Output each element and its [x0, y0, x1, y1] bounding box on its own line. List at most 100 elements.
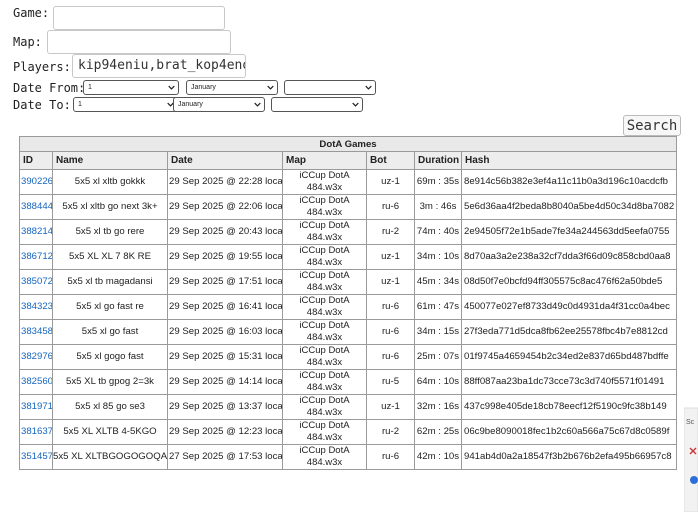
game-map: iCCup DotA 484.w3x: [282, 294, 367, 320]
to-year-select[interactable]: [271, 97, 363, 112]
map-label: Map:: [13, 35, 42, 49]
game-hash: 08d50f7e0bcfd94ff305575c8ac476f62a50bde5: [460, 269, 678, 295]
game-map: iCCup DotA 484.w3x: [282, 319, 367, 345]
game-hash: 06c9be8090018fec1b2c60a566a75c67d8c0589f: [460, 419, 678, 445]
game-date: 29 Sep 2025 @ 20:43 local: [167, 219, 283, 245]
table-row: 386712 5x5 XL XL 7 8K RE 29 Sep 2025 @ 19:…: [19, 244, 678, 270]
app-badge-icon: [690, 476, 698, 484]
game-bot: ru-6: [366, 344, 415, 370]
game-id-link[interactable]: 351457: [19, 444, 53, 470]
table-row: 382976 5x5 xl gogo fast 29 Sep 2025 @ 15:3…: [19, 344, 678, 370]
game-duration: 61m : 47s: [414, 294, 462, 320]
game-duration: 32m : 16s: [414, 394, 462, 420]
game-date: 29 Sep 2025 @ 16:41 local: [167, 294, 283, 320]
table-row: 383458 5x5 xl go fast 29 Sep 2025 @ 16:03 …: [19, 319, 678, 345]
chevron-down-icon: [352, 102, 359, 107]
game-bot: uz-1: [366, 244, 415, 270]
column-header-bot[interactable]: Bot: [366, 151, 415, 170]
game-map: iCCup DotA 484.w3x: [282, 444, 367, 470]
game-hash: 941ab4d0a2a18547f3b2b676b2efa495b66957c8: [460, 444, 678, 470]
game-id-link[interactable]: 382560: [19, 369, 53, 395]
from-day-select[interactable]: 1: [83, 80, 179, 95]
to-month-select[interactable]: January: [173, 97, 265, 112]
table-caption: DotA Games: [18, 136, 678, 152]
players-row: Players: kip94eniu,brat_kop4enogo: [13, 54, 246, 78]
game-hash: 88ff087aa23ba1dc73cce73c3d740f5571f01491: [460, 369, 678, 395]
game-hash: 8d70aa3a2e238a32cf7dda3f66d09c858cbd0aa8: [460, 244, 678, 270]
game-duration: 74m : 40s: [414, 219, 462, 245]
game-date: 29 Sep 2025 @ 12:23 local: [167, 419, 283, 445]
game-id-link[interactable]: 382976: [19, 344, 53, 370]
game-hash: 01f9745a4659454b2c34ed2e837d65bd487bdffe: [460, 344, 678, 370]
chevron-down-icon: [254, 102, 261, 107]
game-duration: 3m : 46s: [414, 194, 462, 220]
column-header-id[interactable]: ID: [19, 151, 53, 170]
game-name: 5x5 XL tb gpog 2=3k: [52, 369, 168, 395]
game-name: 5x5 xl tb magadansi: [52, 269, 168, 295]
game-bot: ru-6: [366, 319, 415, 345]
game-name: 5x5 XL XL 7 8K RE: [52, 244, 168, 270]
game-duration: 64m : 10s: [414, 369, 462, 395]
map-input[interactable]: [47, 30, 231, 54]
game-id-link[interactable]: 386712: [19, 244, 53, 270]
game-hash: 5e6d36aa4f2beda8b8040a5be4d50c34d8ba7082: [460, 194, 678, 220]
game-id-link[interactable]: 381637: [19, 419, 53, 445]
chevron-down-icon: [168, 85, 175, 90]
game-hash: 2e94505f72e1b5ade7fe34a244563dd5eefa0755: [460, 219, 678, 245]
game-map: iCCup DotA 484.w3x: [282, 269, 367, 295]
game-duration: 45m : 34s: [414, 269, 462, 295]
table-row: 385072 5x5 xl tb magadansi 29 Sep 2025 @ 1…: [19, 269, 678, 295]
game-duration: 69m : 35s: [414, 169, 462, 195]
game-label: Game:: [13, 6, 50, 20]
date-to-label: Date To:: [13, 98, 71, 112]
game-input[interactable]: [53, 6, 225, 30]
side-widget-panel: Sc: [684, 407, 698, 512]
game-bot: ru-6: [366, 294, 415, 320]
game-name: 5x5 xl 85 go se3: [52, 394, 168, 420]
from-year-select[interactable]: [284, 80, 376, 95]
game-map: iCCup DotA 484.w3x: [282, 344, 367, 370]
search-button[interactable]: Search: [623, 115, 681, 136]
svg-text:Sc: Sc: [686, 419, 695, 426]
column-header-map[interactable]: Map: [282, 151, 367, 170]
to-month-value: January: [178, 101, 203, 108]
game-name: 5x5 xl go fast re: [52, 294, 168, 320]
from-month-select[interactable]: January: [186, 80, 278, 95]
game-id-link[interactable]: 383458: [19, 319, 53, 345]
game-hash: 437c998e405de18cb78eecf12f5190c9fc38b149: [460, 394, 678, 420]
game-bot: uz-1: [366, 169, 415, 195]
game-id-link[interactable]: 390226: [19, 169, 53, 195]
game-id-link[interactable]: 388214: [19, 219, 53, 245]
to-day-value: 1: [78, 101, 82, 108]
game-name: 5x5 xl tb go rere: [52, 219, 168, 245]
game-duration: 42m : 10s: [414, 444, 462, 470]
game-name: 5x5 xl xltb gokkk: [52, 169, 168, 195]
table-row: 351457 5x5 XL XLTBGOGOGOQA 27 Sep 2025 @ 1…: [19, 444, 678, 470]
game-map: iCCup DotA 484.w3x: [282, 244, 367, 270]
map-row: Map:: [13, 30, 231, 54]
column-header-duration[interactable]: Duration: [414, 151, 462, 170]
game-id-link[interactable]: 385072: [19, 269, 53, 295]
game-bot: ru-6: [366, 194, 415, 220]
game-bot: ru-2: [366, 419, 415, 445]
column-header-date[interactable]: Date: [167, 151, 283, 170]
table-row: 381971 5x5 xl 85 go se3 29 Sep 2025 @ 13:3…: [19, 394, 678, 420]
game-map: iCCup DotA 484.w3x: [282, 169, 367, 195]
column-header-hash[interactable]: Hash: [460, 151, 678, 170]
game-name: 5x5 xl go fast: [52, 319, 168, 345]
chevron-down-icon: [365, 85, 372, 90]
game-date: 29 Sep 2025 @ 15:31 local: [167, 344, 283, 370]
game-id-link[interactable]: 384323: [19, 294, 53, 320]
game-duration: 25m : 07s: [414, 344, 462, 370]
game-date: 29 Sep 2025 @ 16:03 local: [167, 319, 283, 345]
game-row: Game:: [13, 6, 225, 30]
game-bot: uz-1: [366, 269, 415, 295]
game-map: iCCup DotA 484.w3x: [282, 419, 367, 445]
game-bot: ru-2: [366, 219, 415, 245]
column-header-name[interactable]: Name: [52, 151, 168, 170]
game-id-link[interactable]: 381971: [19, 394, 53, 420]
players-label: Players:: [13, 60, 71, 74]
players-input[interactable]: kip94eniu,brat_kop4enogo: [72, 54, 246, 78]
game-id-link[interactable]: 388444: [19, 194, 53, 220]
to-day-select[interactable]: 1: [73, 97, 178, 112]
